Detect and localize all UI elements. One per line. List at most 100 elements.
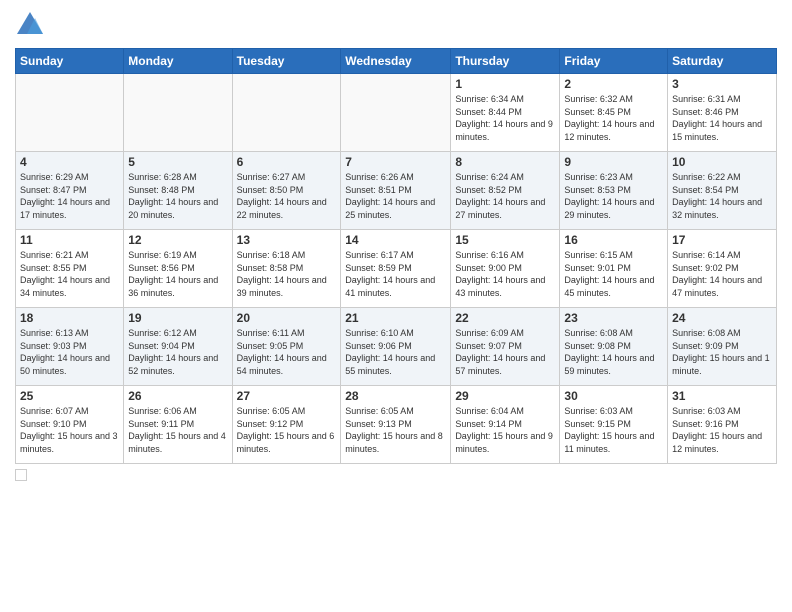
day-number: 29 [455,389,555,403]
calendar-cell: 29 Sunrise: 6:04 AM Sunset: 9:14 PM Dayli… [451,386,560,464]
col-header-tuesday: Tuesday [232,49,341,74]
calendar-cell: 22Sunrise: 6:09 AM Sunset: 9:07 PM Dayli… [451,308,560,386]
day-info: Sunrise: 6:14 AM Sunset: 9:02 PM Dayligh… [672,249,772,299]
day-number: 12 [128,233,227,247]
day-info: Sunrise: 6:04 AM Sunset: 9:14 PM Dayligh… [455,405,555,455]
day-number: 16 [564,233,663,247]
day-info: Sunrise: 6:13 AM Sunset: 9:03 PM Dayligh… [20,327,119,377]
calendar-cell [232,74,341,152]
day-info: Sunrise: 6:17 AM Sunset: 8:59 PM Dayligh… [345,249,446,299]
day-info: Sunrise: 6:08 AM Sunset: 9:09 PM Dayligh… [672,327,772,377]
day-number: 22 [455,311,555,325]
calendar-cell: 8 Sunrise: 6:24 AM Sunset: 8:52 PM Daylig… [451,152,560,230]
calendar-cell: 5 Sunrise: 6:28 AM Sunset: 8:48 PM Daylig… [124,152,232,230]
day-number: 24 [672,311,772,325]
day-number: 26 [128,389,227,403]
calendar-cell: 14 Sunrise: 6:17 AM Sunset: 8:59 PM Dayli… [341,230,451,308]
calendar-cell [124,74,232,152]
day-number: 13 [237,233,337,247]
day-number: 21 [345,311,446,325]
day-info: Sunrise: 6:19 AM Sunset: 8:56 PM Dayligh… [128,249,227,299]
calendar-cell: 17Sunrise: 6:14 AM Sunset: 9:02 PM Dayli… [668,230,777,308]
day-info: Sunrise: 6:22 AM Sunset: 8:54 PM Dayligh… [672,171,772,221]
calendar-cell: 7Sunrise: 6:26 AM Sunset: 8:51 PM Daylig… [341,152,451,230]
calendar-cell: 31 Sunrise: 6:03 AM Sunset: 9:16 PM Dayli… [668,386,777,464]
col-header-thursday: Thursday [451,49,560,74]
day-info: Sunrise: 6:03 AM Sunset: 9:16 PM Dayligh… [672,405,772,455]
day-info: Sunrise: 6:32 AM Sunset: 8:45 PM Dayligh… [564,93,663,143]
day-info: Sunrise: 6:34 AM Sunset: 8:44 PM Dayligh… [455,93,555,143]
calendar-cell: 28Sunrise: 6:05 AM Sunset: 9:13 PM Dayli… [341,386,451,464]
day-info: Sunrise: 6:28 AM Sunset: 8:48 PM Dayligh… [128,171,227,221]
day-number: 4 [20,155,119,169]
calendar-cell: 4 Sunrise: 6:29 AM Sunset: 8:47 PM Daylig… [16,152,124,230]
calendar-week-row: 1 Sunrise: 6:34 AM Sunset: 8:44 PM Daylig… [16,74,777,152]
calendar-cell: 2 Sunrise: 6:32 AM Sunset: 8:45 PM Daylig… [560,74,668,152]
calendar-cell: 1 Sunrise: 6:34 AM Sunset: 8:44 PM Daylig… [451,74,560,152]
day-info: Sunrise: 6:03 AM Sunset: 9:15 PM Dayligh… [564,405,663,455]
calendar-week-row: 25 Sunrise: 6:07 AM Sunset: 9:10 PM Dayli… [16,386,777,464]
day-number: 11 [20,233,119,247]
col-header-sunday: Sunday [16,49,124,74]
calendar-cell: 24 Sunrise: 6:08 AM Sunset: 9:09 PM Dayli… [668,308,777,386]
calendar-cell: 12 Sunrise: 6:19 AM Sunset: 8:56 PM Dayli… [124,230,232,308]
day-info: Sunrise: 6:15 AM Sunset: 9:01 PM Dayligh… [564,249,663,299]
day-info: Sunrise: 6:31 AM Sunset: 8:46 PM Dayligh… [672,93,772,143]
calendar-cell: 6 Sunrise: 6:27 AM Sunset: 8:50 PM Daylig… [232,152,341,230]
day-number: 31 [672,389,772,403]
day-number: 25 [20,389,119,403]
calendar-week-row: 18 Sunrise: 6:13 AM Sunset: 9:03 PM Dayli… [16,308,777,386]
calendar-cell: 10 Sunrise: 6:22 AM Sunset: 8:54 PM Dayli… [668,152,777,230]
calendar-week-row: 4 Sunrise: 6:29 AM Sunset: 8:47 PM Daylig… [16,152,777,230]
footer [15,469,777,481]
col-header-friday: Friday [560,49,668,74]
calendar-cell: 26 Sunrise: 6:06 AM Sunset: 9:11 PM Dayli… [124,386,232,464]
day-number: 18 [20,311,119,325]
day-info: Sunrise: 6:12 AM Sunset: 9:04 PM Dayligh… [128,327,227,377]
calendar-cell: 16 Sunrise: 6:15 AM Sunset: 9:01 PM Dayli… [560,230,668,308]
day-info: Sunrise: 6:21 AM Sunset: 8:55 PM Dayligh… [20,249,119,299]
day-info: Sunrise: 6:07 AM Sunset: 9:10 PM Dayligh… [20,405,119,455]
calendar-cell: 18 Sunrise: 6:13 AM Sunset: 9:03 PM Dayli… [16,308,124,386]
day-info: Sunrise: 6:10 AM Sunset: 9:06 PM Dayligh… [345,327,446,377]
col-header-monday: Monday [124,49,232,74]
logo-icon [15,10,45,40]
day-number: 19 [128,311,227,325]
calendar-cell: 3 Sunrise: 6:31 AM Sunset: 8:46 PM Daylig… [668,74,777,152]
calendar-cell: 21 Sunrise: 6:10 AM Sunset: 9:06 PM Dayli… [341,308,451,386]
day-info: Sunrise: 6:27 AM Sunset: 8:50 PM Dayligh… [237,171,337,221]
day-number: 3 [672,77,772,91]
day-number: 2 [564,77,663,91]
day-info: Sunrise: 6:05 AM Sunset: 9:12 PM Dayligh… [237,405,337,455]
day-number: 1 [455,77,555,91]
day-number: 15 [455,233,555,247]
day-number: 6 [237,155,337,169]
col-header-wednesday: Wednesday [341,49,451,74]
day-number: 30 [564,389,663,403]
calendar-cell: 25 Sunrise: 6:07 AM Sunset: 9:10 PM Dayli… [16,386,124,464]
day-number: 23 [564,311,663,325]
day-info: Sunrise: 6:26 AM Sunset: 8:51 PM Dayligh… [345,171,446,221]
calendar-cell: 30 Sunrise: 6:03 AM Sunset: 9:15 PM Dayli… [560,386,668,464]
day-info: Sunrise: 6:18 AM Sunset: 8:58 PM Dayligh… [237,249,337,299]
header [15,10,777,40]
day-number: 14 [345,233,446,247]
calendar-cell [341,74,451,152]
day-info: Sunrise: 6:23 AM Sunset: 8:53 PM Dayligh… [564,171,663,221]
calendar-cell: 11 Sunrise: 6:21 AM Sunset: 8:55 PM Dayli… [16,230,124,308]
day-number: 9 [564,155,663,169]
day-info: Sunrise: 6:08 AM Sunset: 9:08 PM Dayligh… [564,327,663,377]
page: SundayMondayTuesdayWednesdayThursdayFrid… [0,0,792,612]
calendar-cell: 13 Sunrise: 6:18 AM Sunset: 8:58 PM Dayli… [232,230,341,308]
day-number: 10 [672,155,772,169]
day-info: Sunrise: 6:06 AM Sunset: 9:11 PM Dayligh… [128,405,227,455]
calendar-cell: 15Sunrise: 6:16 AM Sunset: 9:00 PM Dayli… [451,230,560,308]
calendar-table: SundayMondayTuesdayWednesdayThursdayFrid… [15,48,777,464]
day-number: 5 [128,155,227,169]
day-number: 8 [455,155,555,169]
calendar-header-row: SundayMondayTuesdayWednesdayThursdayFrid… [16,49,777,74]
day-info: Sunrise: 6:29 AM Sunset: 8:47 PM Dayligh… [20,171,119,221]
calendar-week-row: 11 Sunrise: 6:21 AM Sunset: 8:55 PM Dayli… [16,230,777,308]
logo [15,10,49,40]
day-info: Sunrise: 6:24 AM Sunset: 8:52 PM Dayligh… [455,171,555,221]
